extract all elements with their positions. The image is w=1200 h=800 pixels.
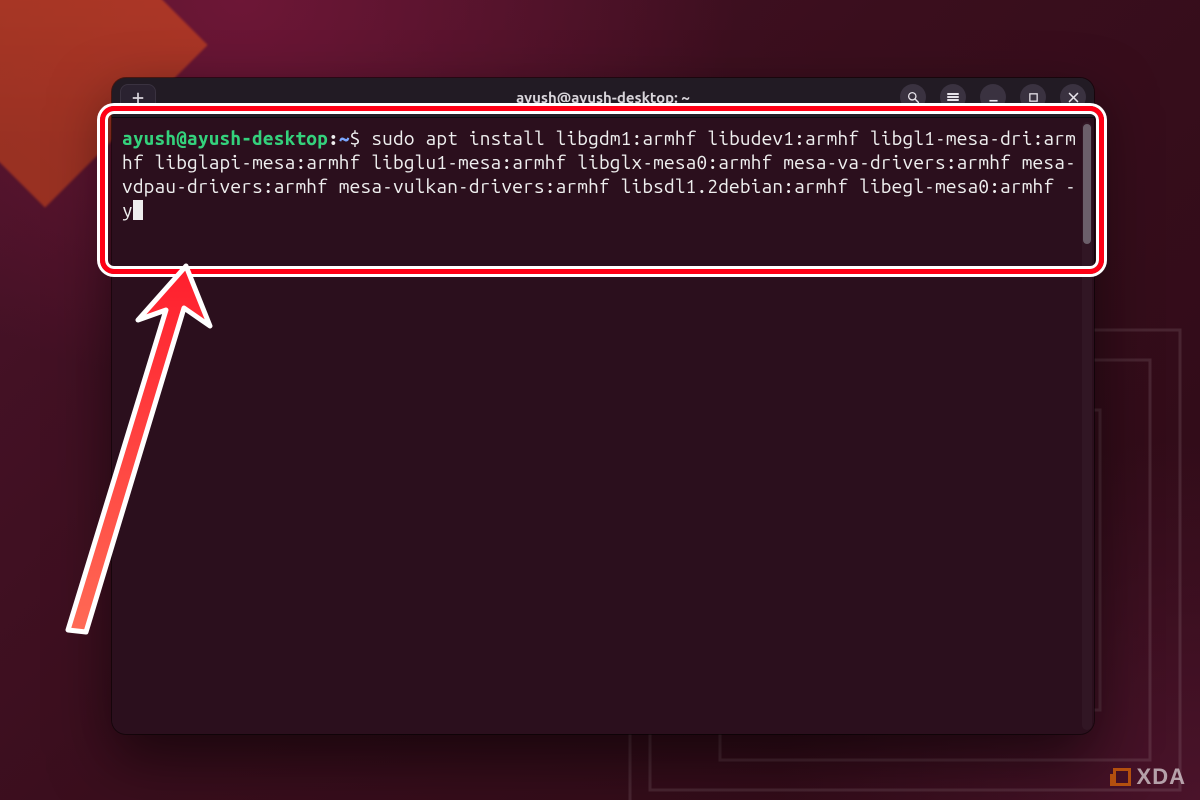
prompt-symbol: $ xyxy=(350,127,361,149)
titlebar: ayush@ayush-desktop: ~ xyxy=(112,78,1094,118)
plus-icon xyxy=(131,91,145,105)
watermark-logo-icon xyxy=(1113,768,1131,786)
terminal-cursor xyxy=(133,200,143,220)
watermark: XDA xyxy=(1113,764,1186,790)
terminal-scrollbar[interactable] xyxy=(1082,122,1092,730)
prompt-path: ~ xyxy=(339,127,350,149)
new-tab-button[interactable] xyxy=(120,84,156,112)
hamburger-icon xyxy=(947,92,959,102)
maximize-icon xyxy=(1027,91,1040,104)
prompt-user-host: ayush@ayush-desktop xyxy=(122,127,328,149)
prompt-separator: : xyxy=(328,127,339,149)
minimize-button[interactable] xyxy=(980,84,1006,110)
terminal-output: ayush@ayush-desktop:~$ sudo apt install … xyxy=(122,126,1084,222)
search-icon xyxy=(907,91,920,104)
close-button[interactable] xyxy=(1060,84,1086,110)
search-button[interactable] xyxy=(900,84,926,110)
terminal-window: ayush@ayush-desktop: ~ ayush@ayush-deskt… xyxy=(112,78,1094,734)
minimize-icon xyxy=(987,91,1000,104)
scrollbar-thumb[interactable] xyxy=(1083,124,1091,244)
window-controls xyxy=(900,84,1086,110)
hamburger-menu-button[interactable] xyxy=(940,84,966,110)
terminal-body[interactable]: ayush@ayush-desktop:~$ sudo apt install … xyxy=(112,118,1094,734)
watermark-text: XDA xyxy=(1137,764,1186,790)
maximize-button[interactable] xyxy=(1020,84,1046,110)
close-icon xyxy=(1067,91,1080,104)
